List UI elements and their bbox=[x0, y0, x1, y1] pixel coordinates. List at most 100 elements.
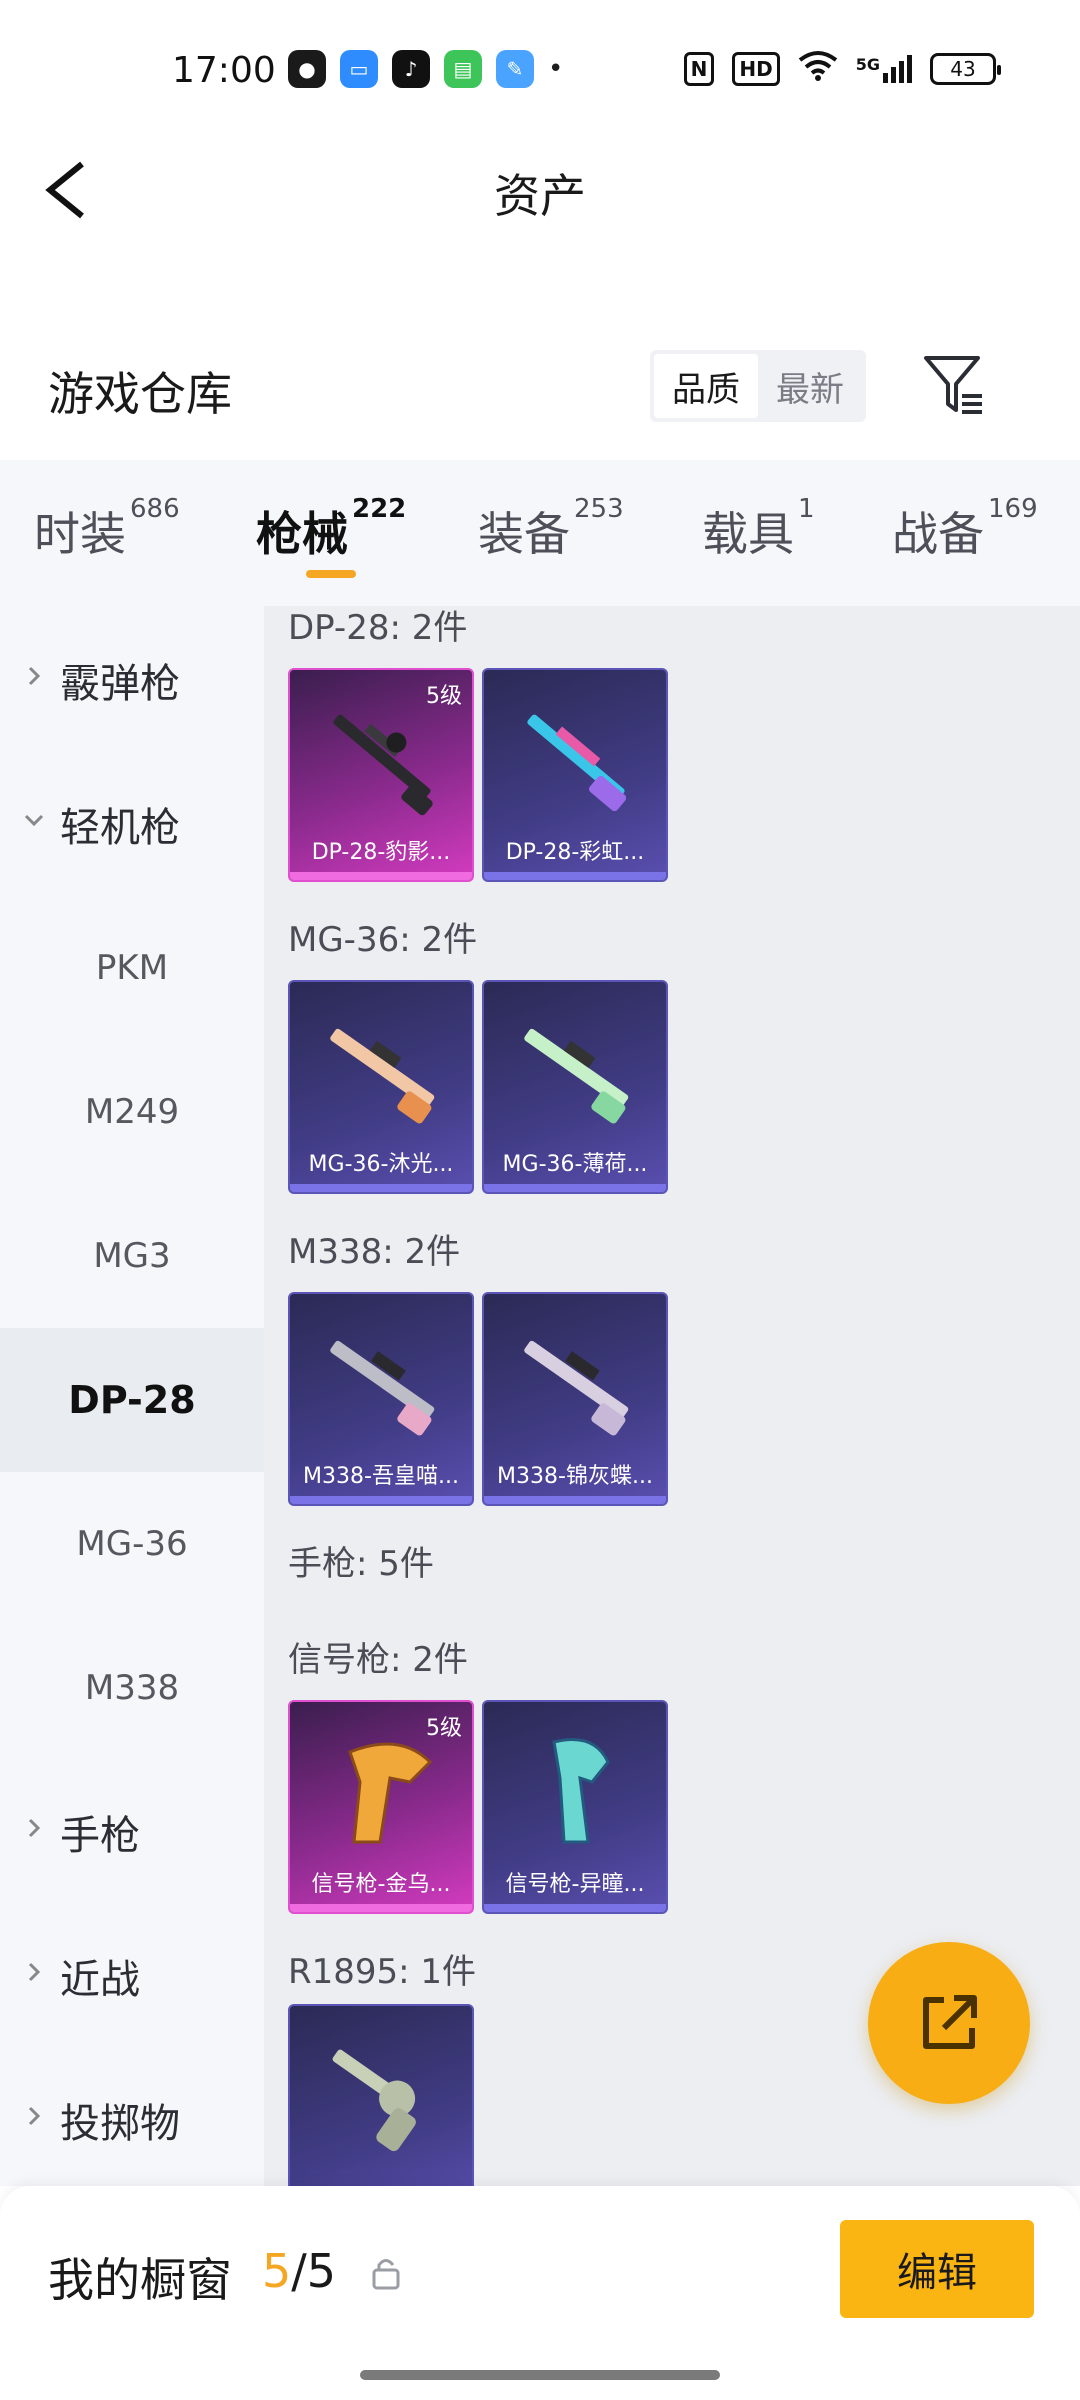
status-right: N HD 5G 43 bbox=[683, 50, 1001, 88]
sidebar-item-label: 手枪 bbox=[60, 1813, 140, 1859]
tab-supplies[interactable]: 战备 169 bbox=[892, 494, 1038, 564]
tab-label: 装备 bbox=[478, 507, 570, 561]
weapon-card[interactable]: M338-吾皇喵... bbox=[288, 1292, 474, 1506]
rarity-bar bbox=[290, 1904, 472, 1912]
weapon-card[interactable] bbox=[288, 2004, 474, 2186]
sidebar-item-melee[interactable]: 近战 bbox=[0, 1904, 264, 2048]
card-name: DP-28-豹影... bbox=[311, 840, 451, 865]
lock-icon bbox=[372, 2259, 400, 2290]
tab-active-indicator bbox=[306, 570, 356, 578]
showcase-label: 我的橱窗 bbox=[48, 2253, 232, 2307]
filter-button[interactable] bbox=[920, 350, 990, 420]
weapon-sidebar: 霰弹枪 轻机枪 PKM M249 MG3 DP-28 MG-36 M338 手枪… bbox=[0, 606, 264, 2186]
weapon-card[interactable]: MG-36-薄荷... bbox=[482, 980, 668, 1194]
gun-image-icon bbox=[330, 1340, 435, 1436]
sidebar-item-label: PKM bbox=[95, 948, 169, 988]
weapon-card[interactable]: MG-36-沐光... bbox=[288, 980, 474, 1194]
sidebar-item-label: 轻机枪 bbox=[60, 805, 180, 851]
gun-image-icon bbox=[527, 714, 627, 812]
share-external-icon bbox=[923, 1995, 977, 2049]
sidebar-item-pkm[interactable]: PKM bbox=[0, 896, 264, 1040]
sidebar-item-label: DP-28 bbox=[68, 1378, 196, 1422]
sidebar-item-label: M338 bbox=[84, 1668, 180, 1708]
filter-icon bbox=[924, 356, 982, 414]
group-label: 手枪: 5件 bbox=[288, 1544, 434, 1584]
sidebar-item-mg3[interactable]: MG3 bbox=[0, 1184, 264, 1328]
gun-image-icon bbox=[332, 2049, 416, 2152]
tab-count: 686 bbox=[130, 494, 180, 524]
gun-image-icon bbox=[348, 1742, 433, 1844]
group-label: MG-36: 2件 bbox=[288, 920, 478, 960]
rarity-bar bbox=[290, 872, 472, 880]
card-name: MG-36-沐光... bbox=[308, 1152, 454, 1177]
wechat-icon: ● bbox=[288, 50, 326, 88]
battery-icon: 43 bbox=[930, 53, 1001, 85]
gun-image-icon bbox=[524, 1028, 629, 1124]
weapon-card[interactable]: M338-锦灰蝶... bbox=[482, 1292, 668, 1506]
tab-fashion[interactable]: 时装 686 bbox=[34, 494, 180, 564]
chevron-right-icon bbox=[28, 2106, 41, 2126]
card-name: MG-36-薄荷... bbox=[502, 1152, 648, 1177]
card-name: DP-28-彩虹... bbox=[505, 840, 645, 865]
showcase-bar: 我的橱窗 5/5 编辑 bbox=[0, 2186, 1080, 2400]
tab-label: 载具 bbox=[702, 507, 794, 561]
group-label: DP-28: 2件 bbox=[288, 608, 468, 648]
tab-firearms[interactable]: 枪械 222 bbox=[256, 494, 406, 564]
message-icon: ▤ bbox=[444, 50, 482, 88]
tab-label: 战备 bbox=[892, 507, 984, 561]
sidebar-item-lmg[interactable]: 轻机枪 bbox=[0, 752, 264, 896]
sort-quality-button[interactable]: 品质 bbox=[654, 354, 758, 418]
tab-label: 枪械 bbox=[256, 507, 348, 561]
nfc-icon: N bbox=[683, 52, 715, 86]
sidebar-item-pistol[interactable]: 手枪 bbox=[0, 1760, 264, 1904]
sidebar-item-shotgun[interactable]: 霰弹枪 bbox=[0, 608, 264, 752]
chevron-right-icon bbox=[28, 1962, 41, 1982]
wifi-icon bbox=[798, 50, 838, 88]
gun-image-icon bbox=[330, 1028, 435, 1124]
home-indicator[interactable] bbox=[360, 2370, 720, 2380]
showcase-count: 5/5 bbox=[262, 2244, 336, 2298]
section-title: 游戏仓库 bbox=[48, 367, 232, 421]
chevron-down-icon bbox=[24, 814, 44, 827]
sidebar-item-label: MG3 bbox=[93, 1236, 171, 1276]
sidebar-item-dp28[interactable]: DP-28 bbox=[0, 1328, 264, 1472]
weapon-card[interactable]: DP-28-彩虹... bbox=[482, 668, 668, 882]
card-name: M338-吾皇喵... bbox=[303, 1464, 459, 1489]
tab-count: 1 bbox=[798, 494, 815, 524]
tab-equipment[interactable]: 装备 253 bbox=[478, 494, 624, 564]
rarity-bar bbox=[484, 1496, 666, 1504]
edit-button[interactable]: 编辑 bbox=[840, 2220, 1034, 2318]
sidebar-item-m249[interactable]: M249 bbox=[0, 1040, 264, 1184]
status-time: 17:00 bbox=[172, 50, 276, 91]
showcase-used: 5 bbox=[262, 2244, 292, 2298]
card-level-badge: 5级 bbox=[426, 1716, 462, 1741]
sidebar-item-label: MG-36 bbox=[76, 1524, 188, 1564]
sidebar-item-m338[interactable]: M338 bbox=[0, 1616, 264, 1760]
category-tabs: 时装 686 枪械 222 装备 253 载具 1 战备 169 bbox=[0, 460, 1080, 606]
card-name: M338-锦灰蝶... bbox=[497, 1464, 653, 1489]
battery-level: 43 bbox=[950, 57, 976, 81]
sidebar-item-label: 近战 bbox=[60, 1957, 140, 2003]
tab-count: 222 bbox=[352, 494, 407, 524]
sidebar-item-mg36[interactable]: MG-36 bbox=[0, 1472, 264, 1616]
network-label: 5G bbox=[855, 55, 880, 74]
share-fab-button[interactable] bbox=[868, 1942, 1030, 2104]
rarity-bar bbox=[290, 1184, 472, 1192]
weapon-card[interactable]: 5级 信号枪-金乌... bbox=[288, 1700, 474, 1914]
group-label: 信号枪: 2件 bbox=[288, 1640, 468, 1680]
notification-icons: ● ▭ ♪ ▤ ✎ • bbox=[288, 50, 563, 88]
sort-latest-button[interactable]: 最新 bbox=[758, 354, 862, 418]
weapon-card[interactable]: 5级 DP-28-豹影... bbox=[288, 668, 474, 882]
signal-icon: 5G bbox=[856, 55, 912, 83]
tab-count: 253 bbox=[574, 494, 624, 524]
showcase-total: /5 bbox=[291, 2244, 337, 2298]
card-level-badge: 5级 bbox=[426, 684, 462, 709]
weapon-card[interactable]: 信号枪-异瞳... bbox=[482, 1700, 668, 1914]
tiktok-icon: ♪ bbox=[392, 50, 430, 88]
page-title: 资产 bbox=[494, 169, 586, 223]
rarity-bar bbox=[484, 872, 666, 880]
app-blue-icon: ▭ bbox=[340, 50, 378, 88]
sidebar-item-throwable[interactable]: 投掷物 bbox=[0, 2048, 264, 2192]
app-feather-icon: ✎ bbox=[496, 50, 534, 88]
tab-vehicles[interactable]: 载具 1 bbox=[702, 494, 815, 564]
